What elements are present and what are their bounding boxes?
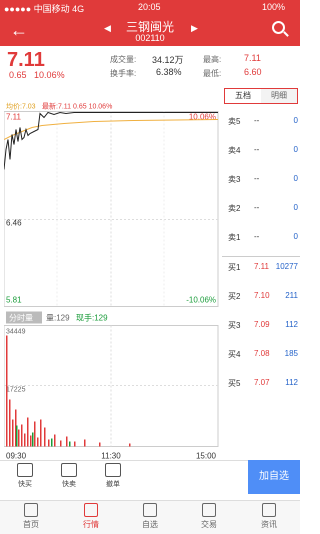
stock-code: 002110 (135, 33, 165, 43)
latest-price-label: 最新:7.11 0.65 10.06% (42, 102, 112, 111)
trade-arrows-icon (202, 503, 216, 517)
bid-level-label: 买3 (228, 321, 241, 330)
turnover-value: 6.38% (156, 67, 182, 77)
ask-level-volume: 0 (293, 116, 298, 125)
quick-sell-label: 快卖 (62, 481, 76, 488)
price-min-label: 5.81 (6, 296, 22, 305)
tab-detail[interactable]: 明细 (261, 89, 297, 103)
volume-max-label: 34449 (6, 329, 26, 336)
news-icon (262, 503, 276, 517)
ask-level-label: 卖5 (228, 117, 241, 126)
cancel-order-icon (105, 463, 121, 477)
bid-level-price: 7.10 (254, 291, 270, 300)
quick-buy-label: 快买 (18, 481, 32, 488)
ask-level-label: 卖4 (228, 146, 241, 155)
volume-label: 成交量: (110, 55, 137, 64)
tab-news-label: 资讯 (261, 520, 277, 529)
tab-trade-label: 交易 (201, 520, 217, 529)
ask-level-price: -- (254, 116, 260, 125)
pct-min-label: -10.06% (186, 296, 216, 305)
bid-level-price: 7.09 (254, 320, 270, 329)
add-to-watchlist-button[interactable]: 加自选 (248, 460, 300, 494)
search-icon[interactable] (272, 21, 285, 34)
battery-percent: 100% (262, 2, 286, 12)
tab-news[interactable]: 资讯 (244, 503, 294, 530)
bid-level-price: 7.11 (254, 262, 269, 271)
high-label: 最高: (203, 55, 222, 64)
bid-level-volume: 10277 (275, 262, 298, 271)
orderbook-divider (222, 256, 300, 257)
home-icon (24, 503, 38, 517)
ask-level-price: -- (254, 203, 260, 212)
bid-level-price: 7.08 (254, 349, 270, 358)
cancel-order-button[interactable]: 撤单 (96, 463, 130, 489)
nav-bar: ← ◀ 三钢闽光 002110 ▶ (0, 16, 300, 46)
clock: 20:05 (138, 2, 161, 12)
volume-tab: 分时量 (9, 313, 33, 323)
price-mid-label: 6.46 (6, 219, 22, 228)
ask-level-volume: 0 (293, 232, 298, 241)
cart-buy-icon (17, 463, 33, 477)
user-icon (143, 503, 157, 517)
now-hand-label: 现手:129 (76, 313, 108, 323)
tab-watchlist-label: 自选 (142, 520, 158, 529)
ask-level-price: -- (254, 174, 260, 183)
bid-level-volume: 112 (285, 378, 298, 387)
tab-five-levels[interactable]: 五档 (225, 89, 261, 103)
turnover-label: 换手率: (110, 69, 137, 78)
ask-level-label: 卖3 (228, 175, 241, 184)
quote-panel: 7.11 0.65 10.06% 成交量: 34.12万 换手率: 6.38% … (0, 46, 300, 82)
bid-level-label: 买4 (228, 350, 241, 359)
bid-level-label: 买1 (228, 263, 241, 272)
current-price: 7.11 (7, 49, 45, 71)
quick-sell-button[interactable]: 快卖 (52, 463, 86, 489)
avg-price-label: 均价:7.03 (6, 102, 36, 111)
chart-icon (84, 503, 98, 517)
next-stock-icon[interactable]: ▶ (191, 23, 198, 34)
intraday-chart[interactable]: 均价:7.03 最新:7.11 0.65 10.06% 7.11 6.46 5.… (4, 83, 220, 493)
tab-home[interactable]: 首页 (6, 503, 56, 530)
high-value: 7.11 (244, 53, 261, 63)
volume-qty-label: 量:129 (46, 314, 70, 323)
tab-home-label: 首页 (23, 520, 39, 529)
tab-watchlist[interactable]: 自选 (125, 503, 175, 530)
ask-level-volume: 0 (293, 174, 298, 183)
bid-level-volume: 185 (284, 349, 298, 358)
volume-value: 34.12万 (152, 55, 184, 65)
bid-level-volume: 112 (285, 320, 298, 329)
cart-sell-icon (61, 463, 77, 477)
bid-level-label: 买2 (228, 292, 241, 301)
tab-market-label: 行情 (83, 520, 99, 529)
ask-level-label: 卖2 (228, 204, 241, 213)
low-value: 6.60 (244, 67, 262, 77)
tab-trade[interactable]: 交易 (184, 503, 234, 530)
price-max-label: 7.11 (6, 113, 22, 122)
quick-buy-button[interactable]: 快买 (8, 463, 42, 489)
bid-level-volume: 211 (285, 291, 298, 300)
bid-level-price: 7.07 (254, 378, 270, 387)
volume-mid-label: 17225 (6, 387, 26, 394)
ask-level-volume: 0 (293, 145, 298, 154)
carrier: ●●●●● 中国移动 4G (4, 4, 85, 14)
ask-level-label: 卖1 (228, 233, 241, 242)
status-bar: ●●●●● 中国移动 4G 20:05 100% (0, 0, 300, 16)
ask-level-price: -- (254, 232, 260, 241)
tab-market[interactable]: 行情 (66, 503, 116, 530)
ask-level-price: -- (254, 145, 260, 154)
price-change: 0.65 10.06% (9, 70, 65, 80)
bid-level-label: 买5 (228, 379, 241, 388)
ask-level-volume: 0 (293, 203, 298, 212)
orderbook-tabs: 五档 明细 (224, 88, 298, 104)
low-label: 最低: (203, 69, 222, 78)
cancel-order-label: 撤单 (106, 481, 120, 488)
bottom-tab-bar: 首页 行情 自选 交易 资讯 (0, 500, 300, 534)
